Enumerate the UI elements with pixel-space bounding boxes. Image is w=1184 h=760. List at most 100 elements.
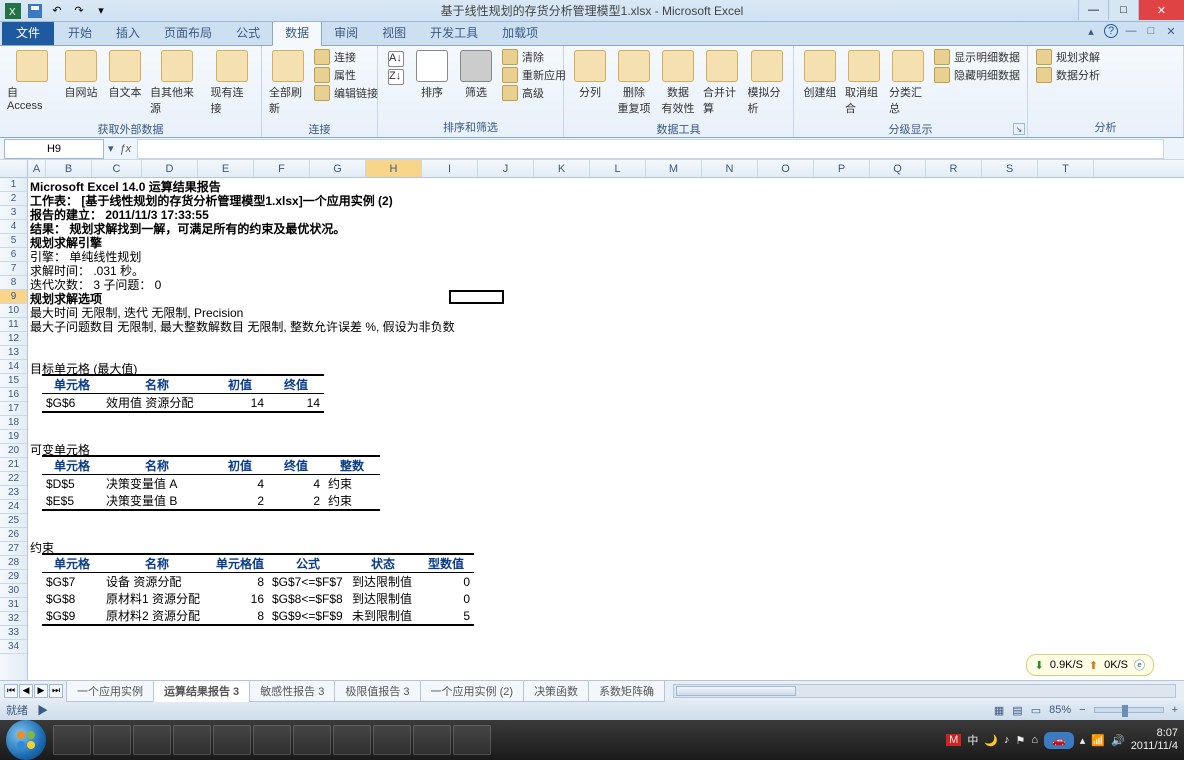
column-header[interactable]: S [982, 160, 1038, 177]
row-header[interactable]: 2 [0, 192, 27, 206]
tray-moon-icon[interactable]: 🌙 [984, 734, 998, 747]
row-header[interactable]: 18 [0, 416, 27, 430]
file-tab[interactable]: 文件 [2, 20, 54, 45]
whatif-button[interactable]: 模拟分析 [745, 48, 790, 118]
row-header[interactable]: 15 [0, 374, 27, 388]
taskbar-item[interactable] [453, 725, 491, 755]
column-header[interactable]: H [366, 160, 422, 177]
zoom-in-icon[interactable]: + [1172, 704, 1178, 716]
save-icon[interactable] [26, 2, 44, 20]
consolidate-button[interactable]: 合并计算 [700, 48, 745, 118]
cells-grid[interactable]: Microsoft Excel 14.0 运算结果报告 工作表： [基于线性规划… [28, 178, 1184, 680]
column-header[interactable]: T [1038, 160, 1094, 177]
dialog-launcher-icon[interactable]: ↘ [1013, 123, 1025, 135]
taskbar-item[interactable] [413, 725, 451, 755]
tab-developer[interactable]: 开发工具 [418, 20, 490, 45]
view-pagebreak-icon[interactable]: ▭ [1031, 704, 1041, 717]
column-header[interactable]: K [534, 160, 590, 177]
row-header[interactable]: 7 [0, 262, 27, 276]
minimize-ribbon-icon[interactable]: ▴ [1084, 24, 1098, 38]
properties-button[interactable]: 属性 [310, 66, 382, 84]
row-header[interactable]: 1 [0, 178, 27, 192]
tab-nav-prev-icon[interactable]: ◀ [19, 684, 33, 698]
column-header[interactable]: R [926, 160, 982, 177]
ungroup-button[interactable]: 取消组合 [842, 48, 886, 118]
column-header[interactable]: E [198, 160, 254, 177]
row-header[interactable]: 17 [0, 402, 27, 416]
edit-links-button[interactable]: 编辑链接 [310, 84, 382, 102]
tab-home[interactable]: 开始 [56, 20, 104, 45]
column-header[interactable]: B [46, 160, 92, 177]
column-header[interactable]: M [646, 160, 702, 177]
workbook-close-icon[interactable]: ✕ [1164, 24, 1178, 38]
tray-m-icon[interactable]: M [946, 734, 961, 746]
row-header[interactable]: 10 [0, 304, 27, 318]
taskbar-item[interactable] [253, 725, 291, 755]
taskbar-item[interactable] [293, 725, 331, 755]
hide-detail-button[interactable]: 隐藏明细数据 [930, 66, 1024, 84]
workbook-min-icon[interactable]: ― [1124, 24, 1138, 38]
help-icon[interactable]: ? [1104, 24, 1118, 38]
column-header[interactable]: L [590, 160, 646, 177]
row-header[interactable]: 12 [0, 332, 27, 346]
volume-icon[interactable]: 🔊 [1111, 734, 1125, 747]
tab-addins[interactable]: 加载项 [490, 20, 550, 45]
row-header[interactable]: 21 [0, 458, 27, 472]
reapply-filter-button[interactable]: 重新应用 [498, 66, 570, 84]
clear-filter-button[interactable]: 清除 [498, 48, 570, 66]
text-to-columns-button[interactable]: 分列 [568, 48, 612, 102]
tab-data[interactable]: 数据 [272, 19, 322, 46]
qat-more-icon[interactable]: ▾ [92, 2, 110, 20]
sheet-tab[interactable]: 敏感性报告 3 [249, 680, 335, 702]
network-icon[interactable]: 📶 [1091, 734, 1105, 747]
row-header[interactable]: 30 [0, 584, 27, 598]
tray-icon[interactable]: ⚑ [1016, 734, 1026, 747]
macro-record-icon[interactable]: ▶ [37, 705, 48, 717]
from-web-button[interactable]: 自网站 [59, 48, 103, 102]
select-all-corner[interactable] [0, 160, 28, 177]
sheet-tab[interactable]: 运算结果报告 3 [153, 680, 250, 702]
row-header[interactable]: 33 [0, 626, 27, 640]
row-header[interactable]: 31 [0, 598, 27, 612]
column-header[interactable]: F [254, 160, 310, 177]
row-header[interactable]: 25 [0, 514, 27, 528]
tray-expand-icon[interactable]: ▴ [1080, 734, 1086, 747]
tray-car-icon[interactable]: 🚗 [1044, 732, 1074, 749]
scroll-thumb[interactable] [676, 686, 796, 696]
view-layout-icon[interactable]: ▤ [1012, 704, 1022, 717]
row-header[interactable]: 27 [0, 542, 27, 556]
row-header[interactable]: 3 [0, 206, 27, 220]
solver-button[interactable]: 规划求解 [1032, 48, 1104, 66]
sort-desc-button[interactable]: Z↓ [384, 68, 408, 86]
formula-bar[interactable] [137, 139, 1164, 159]
sheet-tab[interactable]: 一个应用实例 (2) [420, 680, 525, 702]
taskbar-clock[interactable]: 8:07 2011/11/4 [1131, 727, 1178, 753]
sheet-tab[interactable]: 系数矩阵确 [588, 680, 665, 702]
tab-nav-first-icon[interactable]: ⏮ [4, 684, 18, 698]
column-header[interactable]: N [702, 160, 758, 177]
undo-icon[interactable]: ↶ [48, 2, 66, 20]
row-header[interactable]: 4 [0, 220, 27, 234]
tab-view[interactable]: 视图 [370, 20, 418, 45]
zoom-slider[interactable] [1094, 707, 1164, 713]
show-detail-button[interactable]: 显示明细数据 [930, 48, 1024, 66]
tab-insert[interactable]: 插入 [104, 20, 152, 45]
data-analysis-button[interactable]: 数据分析 [1032, 66, 1104, 84]
taskbar-item[interactable] [173, 725, 211, 755]
tab-nav-last-icon[interactable]: ⏭ [49, 684, 63, 698]
taskbar-item[interactable] [53, 725, 91, 755]
filter-button[interactable]: 筛选 [454, 48, 498, 102]
network-speed-widget[interactable]: ⬇0.9K/S ⬆0K/S ⓔ [1026, 654, 1154, 676]
row-header[interactable]: 16 [0, 388, 27, 402]
row-header[interactable]: 8 [0, 276, 27, 290]
row-header[interactable]: 22 [0, 472, 27, 486]
from-access-button[interactable]: 自 Access [4, 48, 59, 114]
from-text-button[interactable]: 自文本 [103, 48, 147, 102]
column-header[interactable]: O [758, 160, 814, 177]
connections-button[interactable]: 连接 [310, 48, 382, 66]
row-header[interactable]: 23 [0, 486, 27, 500]
refresh-all-button[interactable]: 全部刷新 [266, 48, 310, 118]
sheet-tab[interactable]: 极限值报告 3 [334, 680, 420, 702]
tab-layout[interactable]: 页面布局 [152, 20, 224, 45]
row-header[interactable]: 26 [0, 528, 27, 542]
